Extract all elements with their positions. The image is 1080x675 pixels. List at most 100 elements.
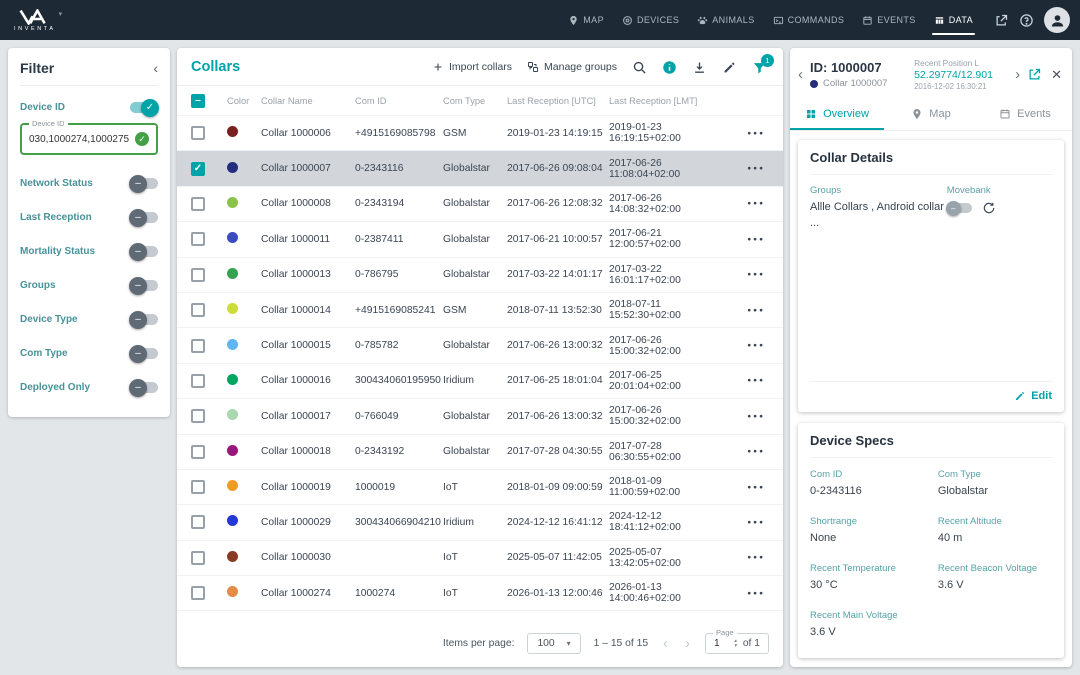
table-row-collar-1000013[interactable]: Collar 1000013 0-786795 Globalstar 2017-… (177, 258, 783, 293)
prev-collar-icon[interactable]: ‹ (798, 66, 803, 83)
row-menu-button[interactable]: ●●● (725, 590, 783, 597)
filter-toggle[interactable]: – (130, 178, 158, 189)
table-row-collar-1000016[interactable]: Collar 1000016 300434060195950 Iridium 2… (177, 364, 783, 399)
filter-toggle[interactable]: – (130, 246, 158, 257)
next-page-icon[interactable]: › (683, 635, 692, 652)
row-checkbox[interactable] (191, 339, 205, 353)
spec-label: Com Type (938, 469, 1052, 480)
open-in-new-icon[interactable] (1027, 67, 1042, 82)
row-menu-button[interactable]: ●●● (725, 377, 783, 384)
download-icon[interactable] (692, 60, 707, 75)
filter-toggle[interactable]: – (130, 280, 158, 291)
prev-page-icon[interactable]: ‹ (661, 635, 670, 652)
row-checkbox[interactable] (191, 409, 205, 423)
row-menu-button[interactable]: ●●● (725, 413, 783, 420)
next-position-icon[interactable]: › (1015, 66, 1020, 83)
filter-toggle[interactable]: – (130, 314, 158, 325)
nav-item-events[interactable]: EVENTS (853, 0, 924, 40)
row-menu-button[interactable]: ●●● (725, 342, 783, 349)
table-row-collar-1000019[interactable]: Collar 1000019 1000019 IoT 2018-01-09 09… (177, 470, 783, 505)
last-reception-lmt: 2018-07-11 15:52:30+02:00 (609, 299, 725, 321)
row-menu-button[interactable]: ●●● (725, 519, 783, 526)
row-checkbox[interactable] (191, 303, 205, 317)
filter-toggle[interactable]: – (130, 212, 158, 223)
tab-icon (911, 108, 923, 120)
tab-map[interactable]: Map (884, 99, 978, 130)
filter-funnel-icon[interactable]: 1 (752, 60, 767, 75)
row-menu-button[interactable]: ●●● (725, 554, 783, 561)
row-checkbox[interactable] (191, 197, 205, 211)
table-row-collar-1000011[interactable]: Collar 1000011 0-2387411 Globalstar 2017… (177, 222, 783, 257)
row-checkbox[interactable] (191, 232, 205, 246)
table-row-collar-1000008[interactable]: Collar 1000008 0-2343194 Globalstar 2017… (177, 187, 783, 222)
info-icon[interactable] (662, 60, 677, 75)
nav-item-devices[interactable]: DEVICES (613, 0, 688, 40)
row-checkbox[interactable] (191, 268, 205, 282)
row-menu-button[interactable]: ●●● (725, 484, 783, 491)
table-row-collar-1000014[interactable]: Collar 1000014 +4915169085241 GSM 2018-0… (177, 293, 783, 328)
nav-icon (622, 15, 633, 26)
tab-events[interactable]: Events (978, 99, 1072, 130)
collar-name: Collar 1000013 (261, 269, 355, 280)
tab-overview[interactable]: Overview (790, 99, 884, 130)
filter-toggle[interactable]: – (130, 382, 158, 393)
movebank-toggle[interactable]: – (947, 203, 972, 213)
items-per-page-select[interactable]: 100 ▾ (527, 633, 580, 654)
row-checkbox[interactable] (191, 126, 205, 140)
close-icon[interactable]: ✕ (1051, 67, 1062, 83)
nav-item-animals[interactable]: ANIMALS (688, 0, 763, 40)
row-checkbox[interactable] (191, 162, 205, 176)
device-id-toggle[interactable]: ✓ (130, 102, 158, 113)
export-icon[interactable] (994, 13, 1009, 28)
row-menu-button[interactable]: ●●● (725, 271, 783, 278)
page-stepper[interactable]: ▴▾ (734, 639, 737, 649)
table-row-collar-1000030[interactable]: Collar 1000030 IoT 2025-05-07 11:42:05 2… (177, 541, 783, 576)
row-menu-button[interactable]: ●●● (725, 165, 783, 172)
table-row-collar-1000015[interactable]: Collar 1000015 0-785782 Globalstar 2017-… (177, 328, 783, 363)
device-id-input[interactable] (29, 134, 135, 145)
row-menu-button[interactable]: ●●● (725, 130, 783, 137)
table-row-collar-1000029[interactable]: Collar 1000029 300434066904210 Iridium 2… (177, 505, 783, 540)
help-icon[interactable] (1019, 13, 1034, 28)
row-checkbox[interactable] (191, 515, 205, 529)
select-all-checkbox[interactable]: – (191, 94, 205, 108)
filter-toggle[interactable]: – (130, 348, 158, 359)
brand-logo[interactable]: INVENTA ▾ (14, 9, 62, 32)
edit-icon[interactable] (722, 60, 737, 75)
sync-icon[interactable] (982, 201, 996, 215)
edit-button[interactable]: Edit (810, 381, 1052, 402)
table-row-collar-1000007[interactable]: Collar 1000007 0-2343116 Globalstar 2017… (177, 151, 783, 186)
import-collars-button[interactable]: Import collars (432, 61, 512, 73)
row-menu-button[interactable]: ●●● (725, 307, 783, 314)
spec-value: 40 m (938, 531, 1052, 547)
nav-item-map[interactable]: MAP (559, 0, 613, 40)
table-row-collar-1000017[interactable]: Collar 1000017 0-766049 Globalstar 2017-… (177, 399, 783, 434)
avatar[interactable] (1044, 7, 1070, 33)
collapse-filter-icon[interactable]: ‹ (153, 60, 158, 76)
collar-name: Collar 1000029 (261, 517, 355, 528)
page-input[interactable] (714, 638, 730, 649)
col-last-reception-lmt: Last Reception [LMT] (609, 96, 725, 106)
manage-groups-button[interactable]: Manage groups (527, 61, 617, 73)
col-com-type: Com Type (443, 96, 507, 106)
com-id: 300434060195950 (355, 375, 443, 386)
row-menu-button[interactable]: ●●● (725, 200, 783, 207)
groups-label: Groups (810, 185, 947, 196)
nav-item-commands[interactable]: COMMANDS (764, 0, 854, 40)
page-label: Page (713, 628, 737, 637)
table-row-collar-1000274[interactable]: Collar 1000274 1000274 IoT 2026-01-13 12… (177, 576, 783, 611)
row-checkbox[interactable] (191, 374, 205, 388)
row-checkbox[interactable] (191, 551, 205, 565)
row-checkbox[interactable] (191, 445, 205, 459)
collar-details-card: Collar Details Groups Allle Collars , An… (798, 140, 1064, 412)
table-row-collar-1000006[interactable]: Collar 1000006 +4915169085798 GSM 2019-0… (177, 116, 783, 151)
com-type: Globalstar (443, 446, 507, 457)
row-checkbox[interactable] (191, 480, 205, 494)
search-icon[interactable] (632, 60, 647, 75)
table-row-collar-1000018[interactable]: Collar 1000018 0-2343192 Globalstar 2017… (177, 435, 783, 470)
recent-position-value[interactable]: 52.29774/12.901 (914, 69, 1008, 81)
row-checkbox[interactable] (191, 586, 205, 600)
row-menu-button[interactable]: ●●● (725, 448, 783, 455)
row-menu-button[interactable]: ●●● (725, 236, 783, 243)
nav-item-data[interactable]: DATA (925, 0, 982, 40)
